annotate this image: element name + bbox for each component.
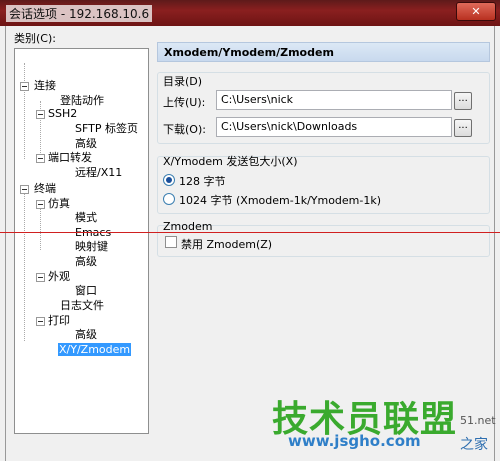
panel-header: Xmodem/Ymodem/Zmodem — [157, 42, 490, 62]
tree-expander-icon[interactable] — [36, 110, 45, 119]
category-tree[interactable]: 连接 登陆动作 SSH2 SFTP 标签页 高级 端口转发 远程/X11 终端 … — [14, 48, 149, 434]
tree-item-log-file[interactable]: 日志文件 — [60, 299, 104, 313]
disable-zmodem-checkbox[interactable] — [165, 236, 177, 248]
tree-expander-icon[interactable] — [20, 82, 29, 91]
tree-expander-icon[interactable] — [20, 185, 29, 194]
download-browse-button[interactable]: ... — [454, 119, 472, 137]
upload-browse-button[interactable]: ... — [454, 92, 472, 110]
tree-expander-icon[interactable] — [36, 200, 45, 209]
watermark-side-text: 之家 — [460, 437, 488, 453]
tree-item-emacs[interactable]: Emacs — [75, 226, 111, 240]
tree-item-connection[interactable]: 连接 — [34, 79, 56, 93]
download-path-field[interactable]: C:\Users\nick\Downloads — [216, 117, 452, 137]
radio-1024-label[interactable]: 1024 字节 (Xmodem-1k/Ymodem-1k) — [179, 192, 381, 208]
tree-line — [24, 63, 25, 159]
tree-item-printing[interactable]: 打印 — [48, 314, 70, 328]
watermark-side-text: 51.net — [460, 414, 496, 427]
radio-1024-bytes[interactable] — [163, 193, 175, 205]
tree-item-advanced[interactable]: 高级 — [75, 255, 97, 269]
tree-item-sftp-tab[interactable]: SFTP 标签页 — [75, 122, 138, 136]
tree-item-emulation[interactable]: 仿真 — [48, 197, 70, 211]
tree-item-xyzmodem[interactable]: X/Y/Zmodem — [58, 343, 132, 357]
tree-item-logon-actions[interactable]: 登陆动作 — [60, 94, 104, 108]
tree-line — [40, 206, 41, 250]
tree-line — [24, 191, 25, 341]
close-button[interactable]: ✕ — [456, 2, 496, 21]
upload-path-field[interactable]: C:\Users\nick — [216, 90, 452, 110]
disable-zmodem-label[interactable]: 禁用 Zmodem(Z) — [181, 236, 272, 252]
tree-item-advanced[interactable]: 高级 — [75, 328, 97, 342]
directories-title: 目录(D) — [163, 75, 203, 88]
tree-item-remote-x11[interactable]: 远程/X11 — [75, 166, 122, 180]
tree-expander-icon[interactable] — [36, 154, 45, 163]
packet-size-title: X/Ymodem 发送包大小(X) — [163, 155, 298, 168]
tree-item-advanced[interactable]: 高级 — [75, 137, 97, 151]
radio-128-bytes[interactable] — [163, 174, 175, 186]
tree-item-appearance[interactable]: 外观 — [48, 270, 70, 284]
window-title: 会话选项 - 192.168.10.6 — [6, 5, 153, 22]
radio-128-label[interactable]: 128 字节 — [179, 173, 226, 189]
category-label: 类别(C): — [14, 32, 56, 45]
title-bar: 会话选项 - 192.168.10.6 ✕ — [0, 0, 500, 26]
tree-item-port-forwarding[interactable]: 端口转发 — [48, 151, 92, 165]
download-label: 下载(O): — [163, 123, 206, 136]
watermark-url: www.jsgho.com — [288, 432, 421, 450]
tree-expander-icon[interactable] — [36, 317, 45, 326]
tree-item-modes[interactable]: 模式 — [75, 211, 97, 225]
watermark: 技术员联盟 www.jsgho.com 51.net 之家 — [270, 390, 500, 461]
tree-item-terminal[interactable]: 终端 — [34, 182, 56, 196]
tree-item-ssh2[interactable]: SSH2 — [48, 107, 77, 121]
tree-item-mapped-keys[interactable]: 映射键 — [75, 240, 108, 254]
tree-item-window[interactable]: 窗口 — [75, 284, 97, 298]
tree-expander-icon[interactable] — [36, 273, 45, 282]
upload-label: 上传(U): — [163, 96, 206, 109]
red-guide-line — [0, 232, 500, 233]
